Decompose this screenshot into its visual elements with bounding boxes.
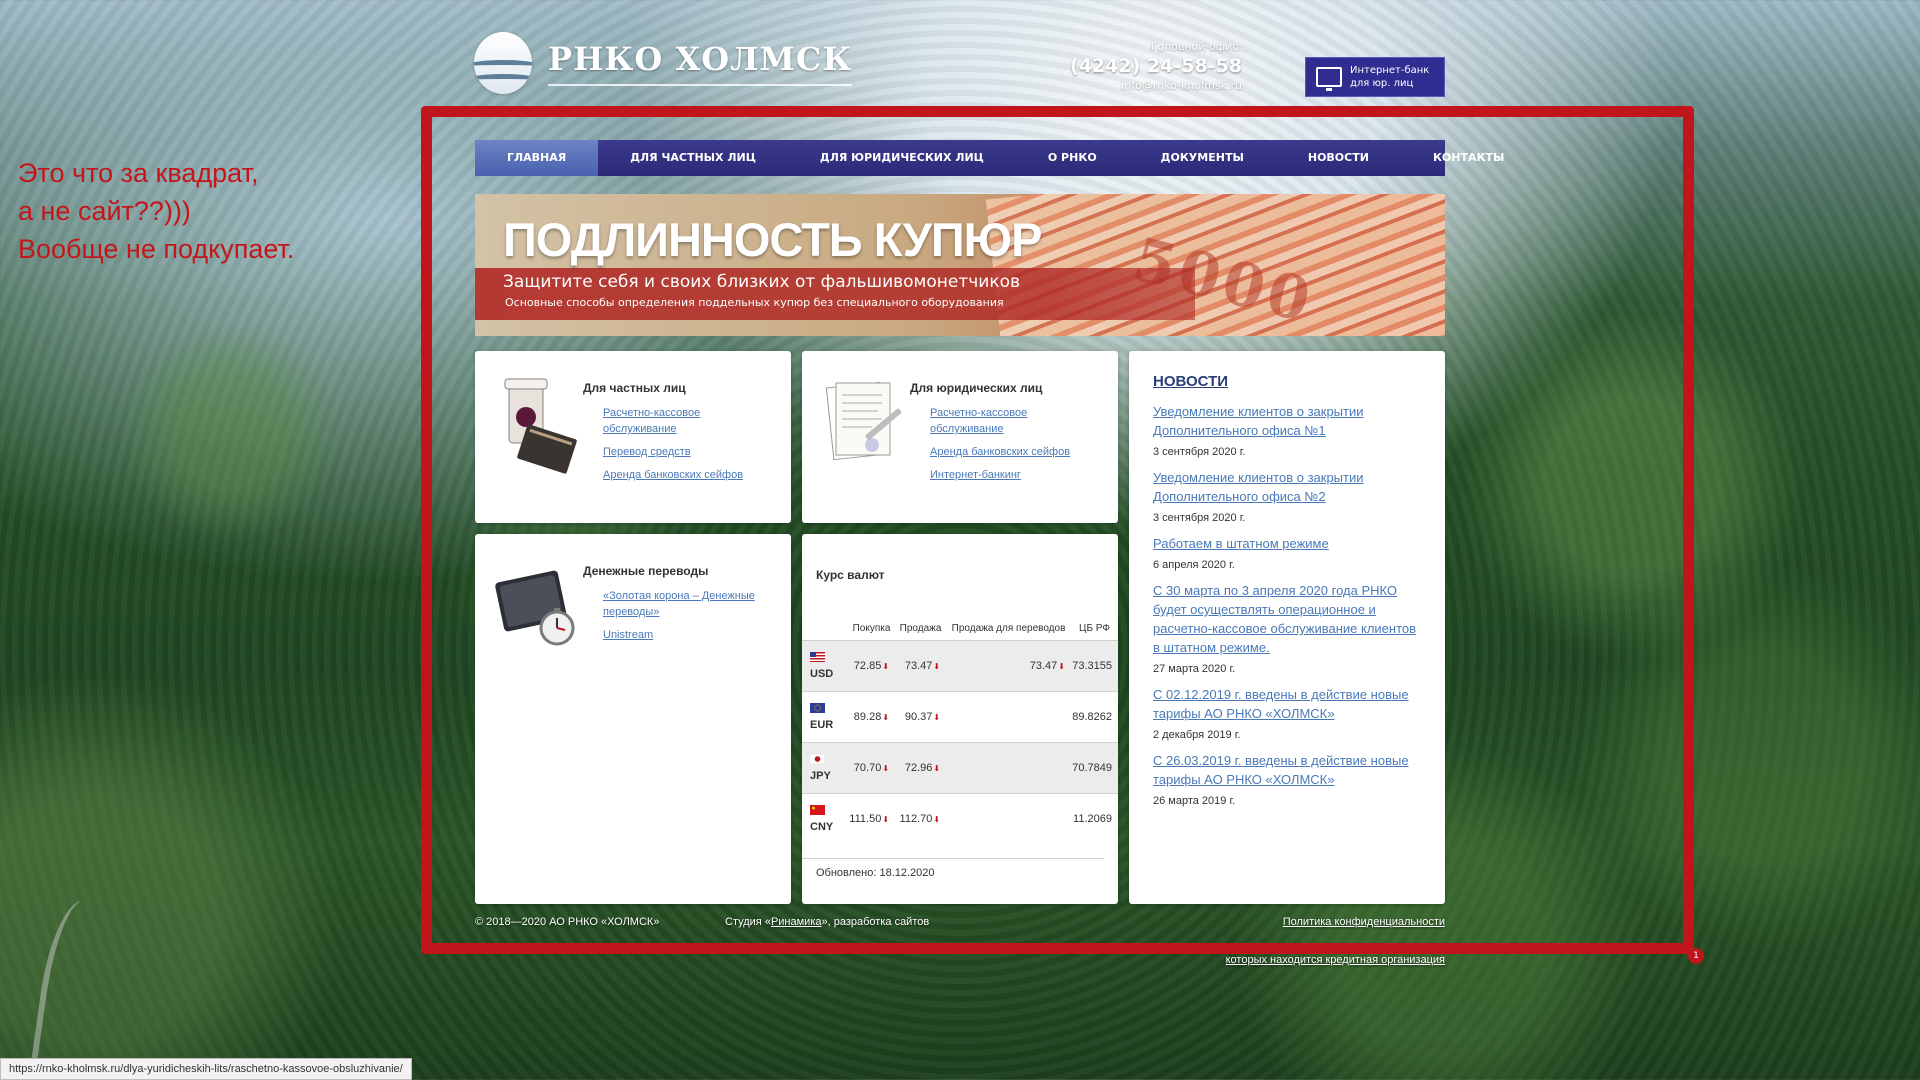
monitor-icon bbox=[1316, 67, 1342, 91]
annotation-line: Вообще не подкупает. bbox=[18, 234, 295, 264]
office-label: Головной офис: bbox=[1150, 40, 1242, 53]
logo-icon bbox=[474, 32, 532, 94]
footer-extra-link[interactable]: которых находится кредитная организация bbox=[1226, 954, 1445, 966]
logo-text: РНКО ХОЛМСК bbox=[548, 40, 853, 86]
annotation-line: Это что за квадрат, bbox=[18, 158, 259, 188]
road-decoration bbox=[26, 896, 114, 1080]
phone-number[interactable]: (4242) 24-58-58 bbox=[1070, 55, 1242, 77]
ibank-label-line1: Интернет-банк bbox=[1350, 65, 1430, 76]
browser-status-bar: https://rnko-kholmsk.ru/dlya-yuridichesk… bbox=[0, 1058, 412, 1080]
internet-bank-button[interactable]: Интернет-банк для юр. лиц bbox=[1305, 57, 1445, 97]
annotation-badge: 1 bbox=[1688, 948, 1704, 964]
site-logo[interactable]: РНКО ХОЛМСК bbox=[474, 32, 853, 94]
annotation-line: а не сайт??))) bbox=[18, 196, 191, 226]
email-link[interactable]: info@rnko-kholmsk.ru bbox=[1070, 79, 1242, 92]
footer-extra-label: которых находится кредитная организация bbox=[1225, 954, 1445, 966]
annotation-note: Это что за квадрат, а не сайт??))) Вообщ… bbox=[18, 154, 294, 268]
annotation-frame bbox=[421, 106, 1694, 954]
ibank-label-line2: для юр. лиц bbox=[1350, 78, 1414, 89]
header-contacts: Головной офис: (4242) 24-58-58 info@rnko… bbox=[1070, 40, 1242, 92]
